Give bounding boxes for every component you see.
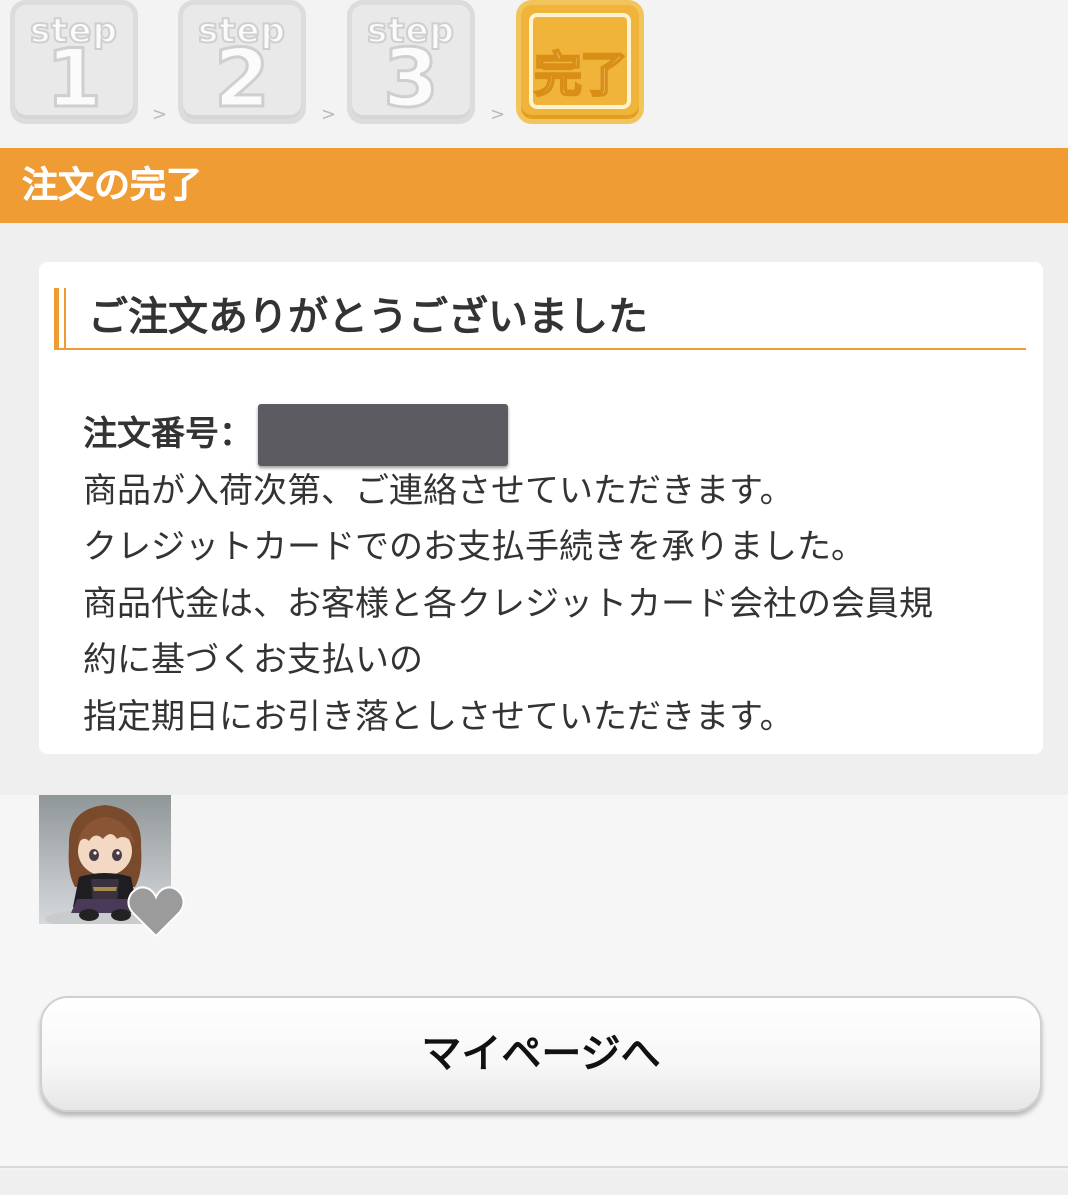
step-3-number: 3 (382, 32, 441, 124)
order-number-label: 注文番号： (83, 414, 253, 454)
card-title: ご注文ありがとうございました (88, 294, 648, 340)
step-separator-2: > (321, 104, 337, 125)
step-1-badge: step 1 (10, 0, 138, 124)
step-separator-3: > (490, 104, 506, 125)
favorite-heart-icon[interactable] (127, 884, 185, 938)
card-heading: ご注文ありがとうございました (54, 288, 1026, 350)
page-bottom (0, 1170, 1068, 1195)
message-line-2: クレジットカードでのお支払手続きを承りました。 (83, 527, 865, 567)
step-2-number: 2 (213, 32, 272, 124)
message-line-1: 商品が入荷次第、ご連絡させていただきます。 (83, 470, 794, 511)
message-line-5: 指定期日にお引き落としさせていただきます。 (83, 696, 794, 737)
thank-you-card: ご注文ありがとうございました 注文番号： 商品が入荷次第、ご連絡させていただきま… (39, 262, 1043, 754)
step-complete-label: 完了 (533, 46, 629, 104)
step-separator-1: > (152, 104, 168, 125)
step-1-number: 1 (45, 32, 104, 124)
page-title: 注文の完了 (0, 148, 1068, 223)
mypage-button[interactable]: マイページへ (40, 996, 1042, 1112)
step-2-badge: step 2 (178, 0, 306, 124)
message-line-3: 商品代金は、お客様と各クレジットカード会社の会員規 (83, 583, 933, 624)
order-number-redaction (258, 404, 508, 466)
heading-accent-line (64, 288, 66, 350)
heading-accent-bar (54, 288, 59, 350)
message-area: ご注文ありがとうございました 注文番号： 商品が入荷次第、ご連絡させていただきま… (0, 223, 1068, 795)
message-line-4: 約に基づくお支払いの (83, 640, 423, 680)
card-body: 注文番号： 商品が入荷次第、ご連絡させていただきます。 クレジットカードでのお支… (83, 406, 1033, 745)
step-complete-badge: 完了 (516, 0, 644, 124)
step-progress: step 1 > step 2 > step 3 > 完了 (0, 0, 1068, 148)
step-3-badge: step 3 (347, 0, 475, 124)
action-area: マイページへ (0, 938, 1068, 1168)
